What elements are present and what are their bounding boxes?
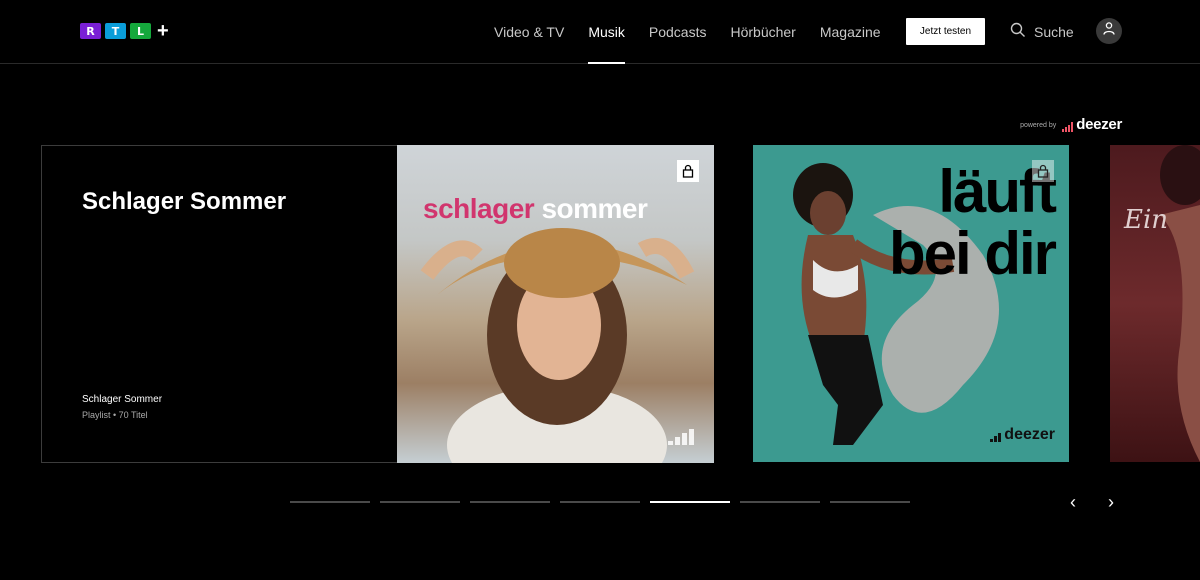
lock-icon [677,160,699,182]
chevron-right-icon: › [1108,491,1114,512]
deezer-bars-icon [990,433,1002,442]
search-button[interactable]: Suche [1010,22,1074,41]
pager-indicator[interactable] [470,501,550,503]
try-now-button[interactable]: Jetzt testen [906,18,985,45]
search-label: Suche [1034,23,1074,40]
laeuft-bei-dir-card[interactable]: läuft bei dir deezer [753,145,1069,462]
nav-item-hoerbuecher[interactable]: Hörbücher [730,0,795,64]
pager-indicator[interactable] [740,501,820,503]
pager-indicator[interactable] [560,501,640,503]
card3-photo [1160,145,1200,462]
deezer-bars-icon [1062,122,1074,132]
powered-by-text: powered by [1020,121,1057,129]
logo-plus: + [157,20,169,42]
logo-letter-r: R [80,23,101,39]
carousel-pagination [290,501,910,503]
top-header: R T L + Video & TV Musik Podcasts Hörbüc… [0,0,1200,64]
carousel-next-button[interactable]: › [1101,492,1121,512]
pager-indicator[interactable] [290,501,370,503]
logo-letter-l: L [130,23,151,39]
rtl-plus-logo[interactable]: R T L + [80,20,169,42]
nav-item-musik[interactable]: Musik [588,0,625,64]
nav-item-magazine[interactable]: Magazine [820,0,881,64]
deezer-logo: deezer [1062,116,1122,133]
deezer-watermark-icon [668,429,694,445]
pager-indicator[interactable] [380,501,460,503]
hero-playlist-info: Playlist • 70 Titel [82,410,148,420]
chevron-left-icon: ‹ [1070,491,1076,512]
logo-letter-t: T [105,23,126,39]
main-nav: Video & TV Musik Podcasts Hörbücher Maga… [494,0,905,64]
user-icon [1103,22,1115,40]
account-button[interactable] [1096,18,1122,44]
nav-item-podcasts[interactable]: Podcasts [649,0,707,64]
card2-title: läuft bei dir [888,158,1057,287]
next-playlist-card[interactable]: Ein [1110,145,1200,462]
hero-title: Schlager Sommer [82,188,287,215]
cover-title: schlager sommer [423,193,648,224]
hero-meta: Schlager Sommer Playlist • 70 Titel [82,394,162,420]
pager-indicator-active[interactable] [650,501,730,503]
powered-by-deezer: powered by deezer [1020,116,1122,133]
featured-playlist-card[interactable]: Schlager Sommer Schlager Sommer Playlist… [41,145,714,463]
deezer-wordmark: deezer [1076,116,1122,133]
hero-playlist-name: Schlager Sommer [82,394,163,405]
search-icon [1010,22,1026,41]
carousel-prev-button[interactable]: ‹ [1063,492,1083,512]
nav-item-video-tv[interactable]: Video & TV [494,0,564,64]
pager-indicator[interactable] [830,501,910,503]
lock-icon [1032,160,1054,182]
schlager-sommer-cover[interactable]: schlager sommer [397,145,714,463]
card3-title: Ein [1124,205,1169,235]
card2-deezer-logo: deezer [990,427,1055,443]
